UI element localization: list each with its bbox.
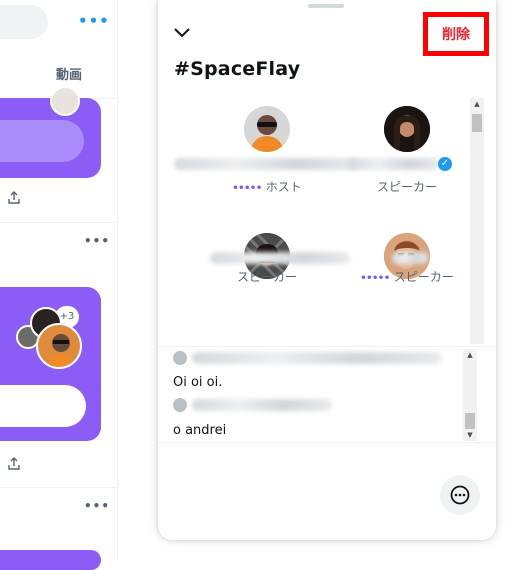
- space-card[interactable]: +3: [0, 287, 101, 441]
- scrollbar-thumb[interactable]: [472, 114, 482, 132]
- drag-handle[interactable]: [308, 4, 344, 8]
- compose-area: [158, 442, 496, 540]
- share-icon[interactable]: [6, 456, 22, 476]
- scrollbar-thumb[interactable]: [465, 413, 475, 429]
- speaker-name-blurred: [392, 252, 428, 264]
- speaker-name-blurred: [210, 252, 350, 264]
- chat-name-blurred: [192, 399, 332, 411]
- speaker-role: ••••• スピーカー: [360, 270, 454, 284]
- highlight-box: 削除: [423, 12, 489, 56]
- speaker-role: ••••• ホスト: [232, 180, 302, 194]
- scroll-down-arrow-icon[interactable]: ▼: [463, 431, 477, 439]
- speaker-item[interactable]: ✓ スピーカー: [332, 96, 482, 206]
- background-right: [497, 0, 511, 560]
- avatar: [173, 398, 187, 412]
- chevron-down-icon[interactable]: [172, 22, 192, 42]
- more-options-icon[interactable]: •••: [78, 12, 110, 30]
- join-space-button[interactable]: [0, 385, 86, 427]
- share-icon[interactable]: [6, 190, 22, 210]
- speaker-item[interactable]: スピーカー: [192, 228, 350, 338]
- space-panel: 削除 #SpaceFlay ••••• ホスト ✓ スピーカー スピーカー ••…: [158, 0, 496, 540]
- reactions-button[interactable]: [440, 475, 480, 515]
- speaker-item[interactable]: ••••• ホスト: [174, 96, 359, 206]
- speaker-grid: ••••• ホスト ✓ スピーカー スピーカー ••••• スピーカー ▲: [158, 96, 496, 346]
- divider: [0, 222, 118, 223]
- scroll-up-arrow-icon[interactable]: ▲: [463, 351, 477, 359]
- tab-videos[interactable]: 動画: [56, 64, 82, 83]
- join-space-button[interactable]: [0, 120, 84, 162]
- speaker-role: スピーカー: [376, 180, 437, 194]
- chat-scrollbar[interactable]: ▲ ▼: [463, 349, 477, 441]
- search-bar[interactable]: [0, 5, 48, 39]
- chat-message: o andrei: [173, 423, 227, 438]
- avatar: [384, 106, 430, 152]
- avatar: [244, 106, 290, 152]
- speakers-scrollbar[interactable]: ▲: [470, 98, 484, 344]
- chat-message: Oi oi oi.: [173, 375, 223, 390]
- divider: [0, 487, 118, 488]
- speaker-name-blurred: [348, 158, 440, 170]
- space-card[interactable]: [0, 86, 101, 178]
- chat-bubble-icon: [450, 485, 470, 505]
- chat-name-blurred: [192, 352, 442, 364]
- avatar: [36, 323, 82, 369]
- speaker-role: スピーカー: [236, 270, 297, 284]
- space-card[interactable]: [0, 550, 101, 570]
- more-options-icon[interactable]: •••: [84, 499, 110, 513]
- background-feed: ••• 動画 ••• +3 •••: [0, 0, 118, 570]
- more-options-icon[interactable]: •••: [84, 234, 110, 248]
- background-bottom: [118, 540, 498, 560]
- space-title: #SpaceFlay: [174, 58, 301, 80]
- verified-badge-icon: ✓: [438, 157, 452, 171]
- avatar: [173, 351, 187, 365]
- speaker-item[interactable]: ••••• スピーカー: [332, 228, 482, 338]
- scroll-up-arrow-icon[interactable]: ▲: [470, 100, 484, 108]
- avatar: [50, 86, 80, 116]
- chat-area: Oi oi oi. o andrei ▲ ▼: [158, 346, 496, 442]
- delete-button[interactable]: 削除: [428, 17, 484, 51]
